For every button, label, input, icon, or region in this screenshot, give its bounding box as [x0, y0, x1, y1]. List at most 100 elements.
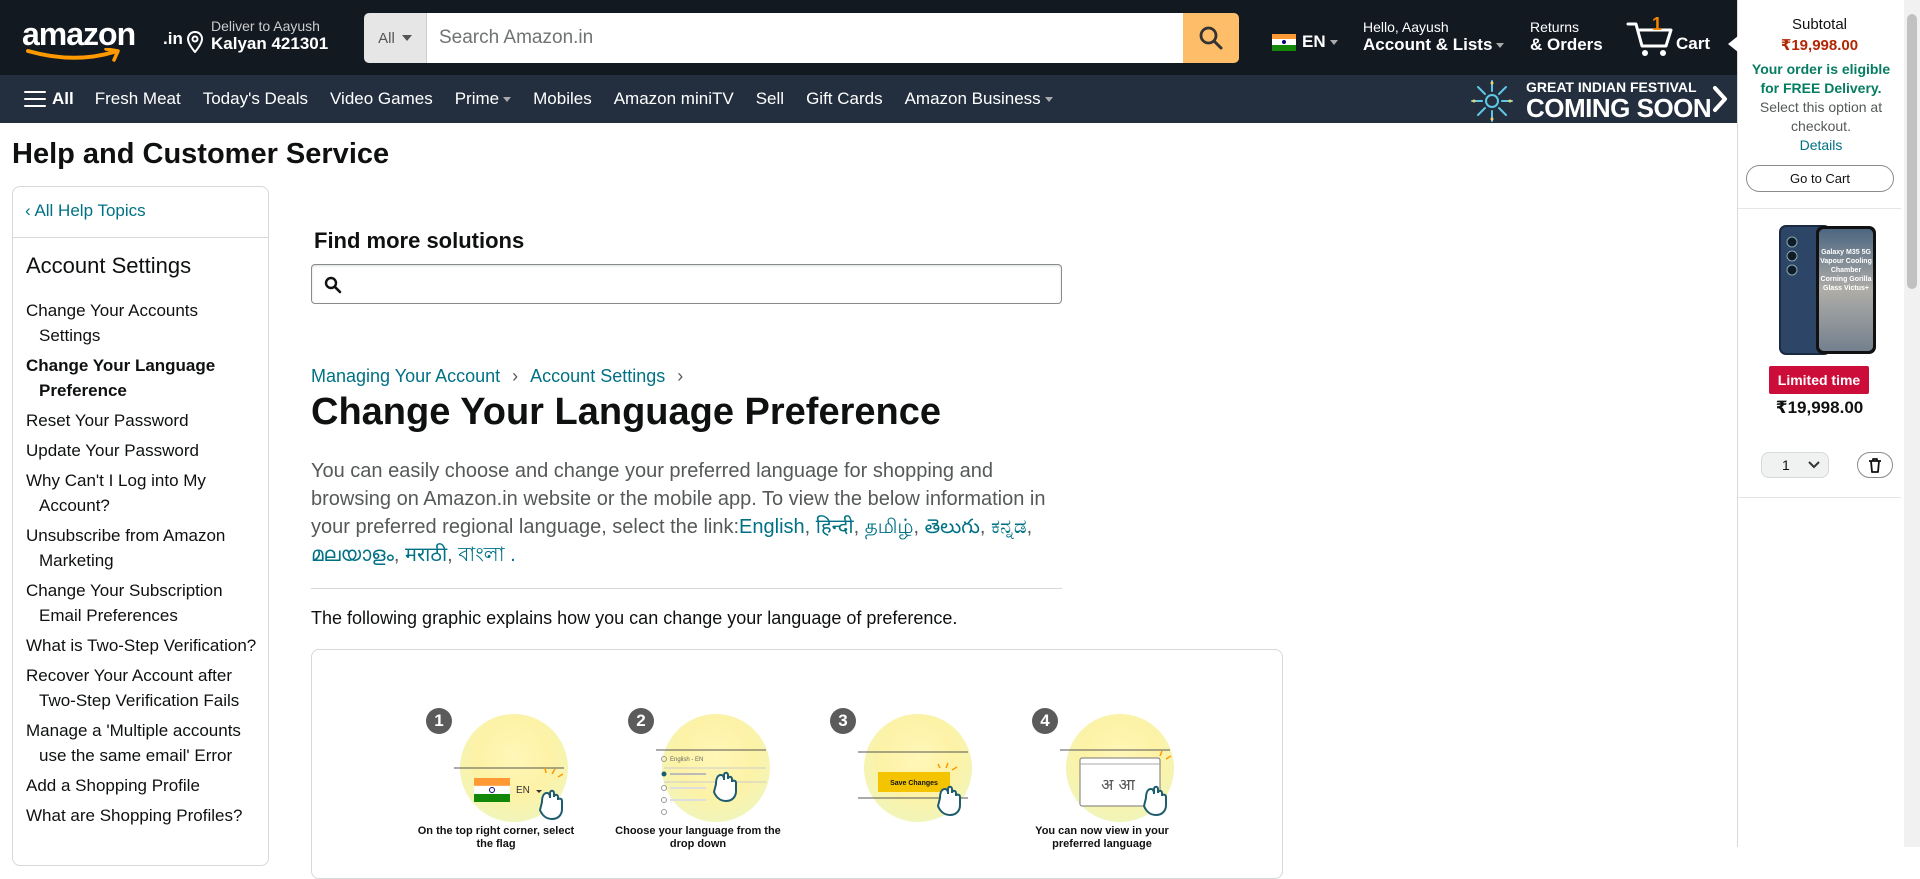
nav-sell[interactable]: Sell [745, 89, 795, 109]
all-help-topics-link[interactable]: ‹ All Help Topics [25, 201, 146, 221]
sidebar-item-two-step-verification[interactable]: What is Two-Step Verification? [26, 633, 262, 658]
nav-amazon-minitv[interactable]: Amazon miniTV [603, 89, 745, 109]
nav-video-games[interactable]: Video Games [319, 89, 444, 109]
location-pin-icon [186, 31, 204, 53]
breadcrumb-separator: › [677, 366, 684, 386]
breadcrumb-managing-account[interactable]: Managing Your Account [311, 366, 500, 387]
details-link[interactable]: Details [1800, 137, 1843, 153]
search-category-dropdown[interactable]: All [364, 13, 427, 63]
sidebar-item-reset-password[interactable]: Reset Your Password [26, 408, 262, 433]
nav-amazon-business-label: Amazon Business [904, 89, 1041, 108]
step-caption: You can now view in your preferred langu… [1035, 825, 1169, 850]
limited-time-badge: Limited time [1769, 366, 1869, 394]
step-2-scene-text: English - EN [670, 757, 703, 763]
lang-link-marathi[interactable]: मराठी [405, 544, 447, 566]
step-1: 1 EN On the top right corner, select the… [418, 708, 576, 878]
sidebar-item-unsubscribe-marketing[interactable]: Unsubscribe from Amazon Marketing [26, 523, 262, 573]
flag-selector-illustration: EN [454, 767, 564, 821]
panel-divider [1738, 208, 1901, 209]
free-delivery-message: Your order is eligible for FREE Delivery… [1746, 60, 1896, 155]
chevron-down-icon [1808, 461, 1820, 469]
nav-fresh-meat[interactable]: Fresh Meat [84, 89, 192, 109]
chevron-down-icon [1329, 39, 1338, 45]
intro-end: . [504, 544, 516, 566]
returns-line1: Returns [1530, 19, 1580, 35]
sidebar-item-update-password[interactable]: Update Your Password [26, 438, 262, 463]
lang-link-english[interactable]: English [739, 516, 805, 538]
festival-promo-banner[interactable]: GREAT INDIAN FESTIVAL COMING SOON [1466, 75, 1736, 123]
product-screen-text: Galaxy M35 5G Vapour Cooling Chamber Cor… [1820, 249, 1872, 292]
sidebar-divider [13, 237, 268, 238]
sidebar-item-what-are-shopping-profiles[interactable]: What are Shopping Profiles? [26, 803, 262, 828]
sidebar-topic-list: Change Your Accounts Settings Change You… [26, 298, 262, 833]
sidebar-item-change-accounts-settings[interactable]: Change Your Accounts Settings [26, 298, 262, 348]
nav-todays-deals[interactable]: Today's Deals [192, 89, 319, 109]
cart-button[interactable]: 1 Cart [1626, 14, 1726, 58]
free-delivery-rest: Select this option at checkout. [1759, 99, 1883, 134]
step-2: 2 English - EN Choose your language from… [615, 708, 781, 878]
find-solutions-heading: Find more solutions [314, 228, 525, 253]
all-menu-label: All [52, 89, 74, 108]
step-4: 4 अ आ You can now view in your preferred… [1032, 708, 1182, 878]
product-price: ₹19,998.00 [1775, 398, 1864, 417]
lang-link-malayalam[interactable]: മലയാളം [311, 544, 394, 566]
scrollbar-thumb[interactable] [1907, 14, 1917, 289]
trash-icon [1869, 458, 1881, 473]
cart-side-panel: Subtotal ₹19,998.00 Your order is eligib… [1728, 0, 1920, 847]
returns-and-orders[interactable]: Returns & Orders [1530, 19, 1620, 55]
language-steps-graphic: 1 EN On the top right corner, select the… [311, 649, 1283, 879]
chevron-down-icon [503, 97, 512, 103]
page-title: Help and Customer Service [12, 138, 390, 170]
sidebar-item-subscription-email-preferences[interactable]: Change Your Subscription Email Preferenc… [26, 578, 262, 628]
subtotal-label: Subtotal [1791, 16, 1848, 33]
step-1-scene-text: EN [516, 785, 530, 796]
nav-main: All Fresh Meat Today's Deals Video Games… [0, 75, 1737, 123]
account-and-lists[interactable]: Hello, Aayush Account & Lists [1363, 19, 1513, 55]
help-sidebar: ‹ All Help Topics Account Settings Chang… [12, 186, 269, 866]
all-menu-button[interactable]: All [0, 89, 84, 109]
search-input[interactable] [427, 13, 1183, 63]
sidebar-item-recover-account[interactable]: Recover Your Account after Two-Step Veri… [26, 663, 262, 713]
article-title: Change Your Language Preference [311, 391, 941, 433]
nav-prime[interactable]: Prime [444, 89, 522, 109]
lang-link-telugu[interactable]: తెలుగు [925, 516, 980, 538]
amazon-logo[interactable]: amazon .in [20, 12, 183, 62]
regional-language-view-illustration: अ आ [1060, 749, 1172, 817]
panel-pointer [1728, 36, 1738, 52]
returns-line2: & Orders [1530, 35, 1603, 54]
article-intro: You can easily choose and change your pr… [311, 460, 1046, 566]
sidebar-item-cant-log-in[interactable]: Why Can't I Log into My Account? [26, 468, 262, 518]
product-image[interactable]: Galaxy M35 5G Vapour Cooling Chamber Cor… [1776, 224, 1880, 356]
help-search-input[interactable] [348, 265, 1048, 303]
nav-mobiles[interactable]: Mobiles [522, 89, 603, 109]
search-bar: All [364, 13, 1239, 63]
page-scrollbar[interactable] [1904, 0, 1920, 847]
cart-label: Cart [1676, 34, 1711, 53]
save-changes-illustration: Save Changes [858, 751, 968, 817]
deliver-to[interactable]: Deliver to Aayush Kalyan 421301 [186, 18, 346, 58]
lang-link-tamil[interactable]: தமிழ் [865, 516, 914, 538]
language-dropdown-illustration: English - EN [656, 749, 766, 815]
chevron-down-icon [401, 35, 412, 41]
language-selector[interactable]: EN [1272, 30, 1340, 54]
nav-belt: amazon .in Deliver to Aayush Kalyan 4213… [0, 0, 1737, 75]
go-to-cart-button[interactable]: Go to Cart [1746, 165, 1894, 192]
sidebar-item-change-language-preference[interactable]: Change Your Language Preference [26, 353, 262, 403]
chevron-down-icon [1496, 43, 1505, 49]
lang-link-kannada[interactable]: ಕನ್ನಡ [991, 516, 1027, 538]
breadcrumb-account-settings[interactable]: Account Settings [530, 366, 665, 387]
lang-link-bengali[interactable]: বাংলা [458, 544, 504, 566]
lang-link-hindi[interactable]: हिन्दी [816, 516, 854, 538]
india-flag-icon [1272, 33, 1296, 51]
search-button[interactable] [1183, 13, 1239, 63]
chevron-right-icon [1713, 86, 1727, 112]
nav-gift-cards[interactable]: Gift Cards [795, 89, 894, 109]
sidebar-item-multiple-accounts-error[interactable]: Manage a 'Multiple accounts use the same… [26, 718, 262, 768]
delete-item-button[interactable] [1857, 452, 1893, 478]
account-label: Account & Lists [1363, 35, 1493, 54]
search-icon [324, 276, 342, 294]
sidebar-item-add-shopping-profile[interactable]: Add a Shopping Profile [26, 773, 262, 798]
quantity-select[interactable]: 1 [1761, 452, 1829, 478]
nav-amazon-business[interactable]: Amazon Business [894, 89, 1064, 109]
main-nav-links: All Fresh Meat Today's Deals Video Games… [0, 75, 1064, 123]
